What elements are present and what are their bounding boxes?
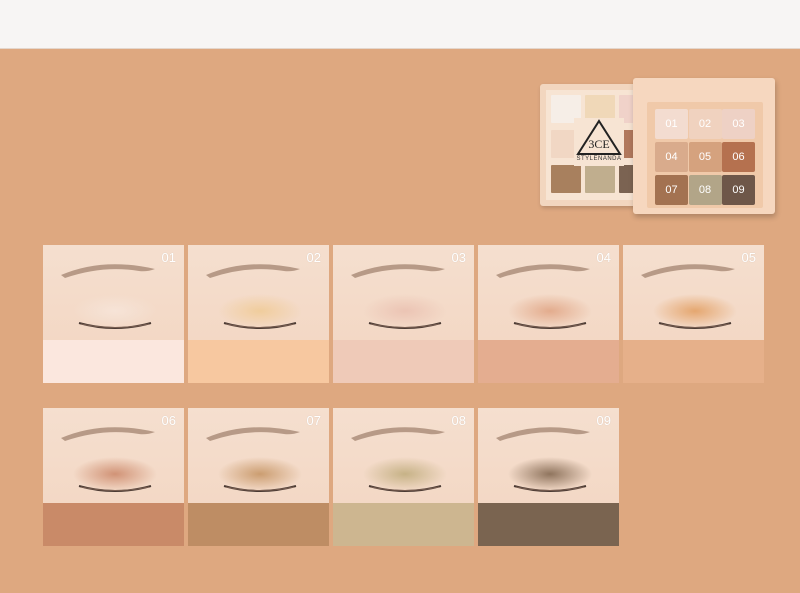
swatch-card-02: 02 — [188, 245, 329, 383]
swatch-card-03: 03 — [333, 245, 474, 383]
swatch-number: 04 — [596, 250, 611, 265]
swatch-card-09: 09 — [478, 408, 619, 546]
palette-pan-04: 04 — [655, 142, 688, 172]
brand-logo: 3CE STYLENANDA — [574, 118, 624, 166]
swatch-number: 06 — [161, 413, 176, 428]
palette-pan-01: 01 — [655, 109, 688, 139]
swatch-number: 08 — [451, 413, 466, 428]
pan-number: 06 — [732, 151, 745, 163]
swatch-number: 05 — [741, 250, 756, 265]
swatch-number: 09 — [596, 413, 611, 428]
swatch-card-01: 01 — [43, 245, 184, 383]
palette-pan-05: 05 — [688, 142, 722, 172]
color-swatch — [623, 340, 764, 383]
brand-mark: 3CE — [588, 137, 609, 151]
pan-number: 02 — [698, 118, 712, 130]
swatch-card-04: 04 — [478, 245, 619, 383]
swatch-card-08: 08 — [333, 408, 474, 546]
swatch-card-07: 07 — [188, 408, 329, 546]
color-swatch — [188, 340, 329, 383]
palette-pan-02: 02 — [688, 109, 722, 139]
color-swatch — [478, 503, 619, 546]
palette-pan-08: 08 — [688, 175, 722, 205]
brand-text: STYLENANDA — [576, 156, 622, 162]
lid-pan — [585, 165, 615, 193]
palette-pan-07: 07 — [655, 175, 688, 205]
pan-number: 04 — [665, 151, 678, 163]
swatch-number: 03 — [451, 250, 466, 265]
color-swatch — [43, 340, 184, 383]
pan-number: 01 — [665, 118, 678, 130]
color-swatch — [333, 340, 474, 383]
swatch-number: 02 — [306, 250, 321, 265]
swatch-number: 07 — [306, 413, 321, 428]
swatch-number: 01 — [161, 250, 176, 265]
pan-number: 09 — [732, 184, 745, 196]
color-swatch — [43, 503, 184, 546]
color-swatch — [333, 503, 474, 546]
palette-pan-06: 06 — [722, 142, 755, 172]
pan-number: 07 — [665, 184, 678, 196]
swatch-card-05: 05 — [623, 245, 764, 383]
swatch-card-06: 06 — [43, 408, 184, 546]
pan-number: 05 — [698, 151, 712, 163]
palette-pan-09: 09 — [722, 175, 755, 205]
lid-pan — [551, 165, 581, 193]
pan-number: 08 — [698, 184, 712, 196]
pan-number: 03 — [732, 118, 745, 130]
color-swatch — [188, 503, 329, 546]
color-swatch — [478, 340, 619, 383]
top-bar — [0, 0, 800, 49]
palette-pan-03: 03 — [722, 109, 755, 139]
